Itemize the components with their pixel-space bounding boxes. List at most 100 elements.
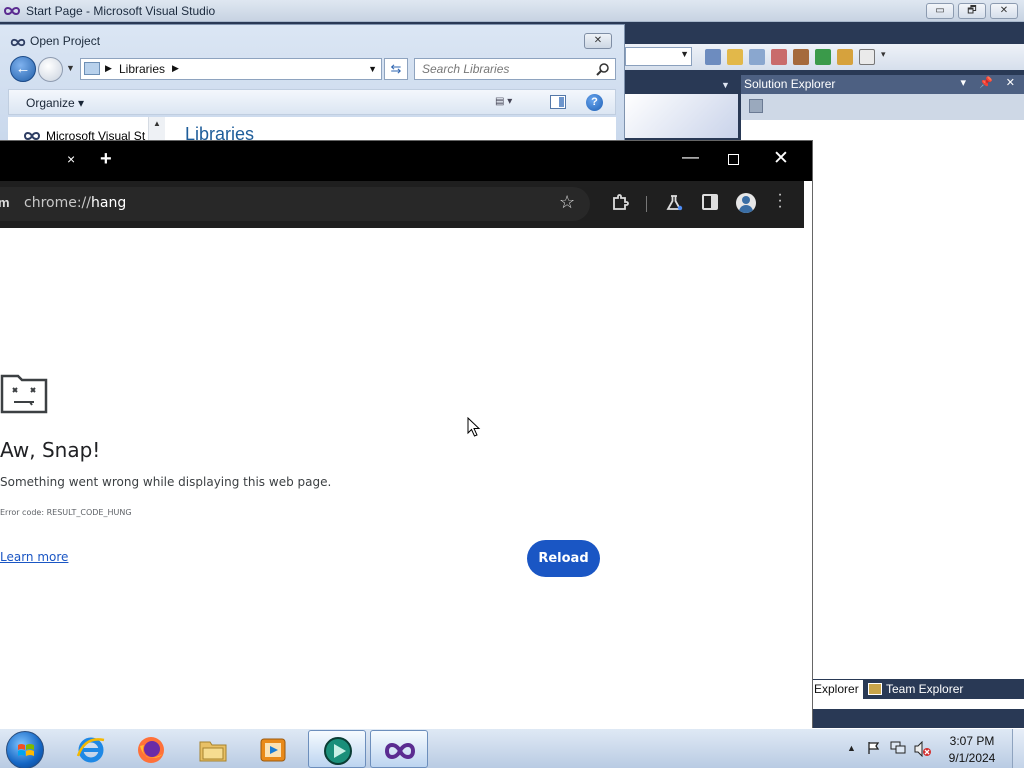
chrome-tabstrip[interactable]: × + — ✕ [0, 141, 812, 181]
taskbar-internet-explorer[interactable] [62, 730, 120, 768]
solution-icon[interactable] [749, 49, 765, 65]
show-desktop-button[interactable] [1012, 729, 1024, 768]
refresh-icon: ⇆ [390, 61, 402, 76]
open-project-dialog: Open Project ✕ ← ▼ ▶ Libraries ▶ ▼ ⇆ Sea… [0, 24, 625, 144]
folder-icon [199, 741, 227, 762]
chrome-toolbar: m chrome://hang ☆ · · · [0, 181, 804, 228]
address-breadcrumb[interactable]: Libraries [119, 62, 165, 76]
organize-menu[interactable]: Organize ▾ [26, 96, 84, 110]
learn-more-link[interactable]: Learn more [0, 550, 68, 564]
taskbar-file-explorer[interactable] [184, 730, 242, 768]
tab-team-explorer-label: Team Explorer [886, 682, 964, 696]
address-bar[interactable]: ▶ Libraries ▶ ▼ [80, 58, 382, 80]
solution-explorer-header[interactable]: Solution Explorer ▾ 📌 ✕ [741, 75, 1024, 94]
visual-studio-icon [384, 743, 416, 759]
vs-titlebar[interactable]: Start Page - Microsoft Visual Studio ▭ 🗗… [0, 0, 1024, 22]
vs-minimize-button[interactable]: ▭ [926, 3, 954, 19]
omnibox-left-text: m [0, 195, 10, 210]
tab-solution-explorer[interactable]: Explorer [810, 680, 863, 699]
chevron-down-icon: ▼ [680, 49, 689, 59]
refresh-button[interactable]: ⇆ [384, 58, 408, 80]
recent-locations-dropdown-icon[interactable]: ▼ [66, 63, 75, 73]
class-view-icon[interactable] [837, 49, 853, 65]
minimize-icon[interactable]: — [682, 147, 699, 167]
preview-pane-icon[interactable] [550, 95, 566, 109]
visual-studio-logo-icon [24, 132, 40, 140]
error-code: Error code: RESULT_CODE_HUNG [0, 508, 132, 517]
internet-explorer-icon [76, 737, 105, 763]
taskbar-visual-studio[interactable] [370, 730, 428, 768]
help-icon[interactable]: ? [586, 94, 603, 111]
windows-logo-icon [18, 744, 34, 756]
action-center-flag-icon[interactable] [867, 741, 881, 755]
url-host: hang [91, 195, 127, 211]
clock-date[interactable]: 9/1/2024 [947, 751, 997, 765]
taskbar-media-player[interactable] [244, 730, 302, 768]
properties-icon[interactable] [749, 99, 763, 113]
reload-button[interactable]: Reload [527, 540, 600, 577]
visual-studio-logo-icon [4, 7, 20, 15]
close-icon[interactable]: ✕ [773, 147, 789, 170]
clock-time[interactable]: 3:07 PM [947, 734, 997, 748]
address-bar[interactable]: m chrome://hang ☆ [0, 187, 590, 221]
search-input[interactable]: Search Libraries [414, 58, 616, 80]
show-hidden-icons[interactable]: ▲ [847, 743, 856, 753]
libraries-folder-icon [84, 62, 100, 75]
find-in-files-icon[interactable] [705, 49, 721, 65]
tab-team-explorer[interactable]: Team Explorer [864, 680, 967, 699]
taskbar-firefox[interactable] [122, 730, 180, 768]
volume-muted-icon[interactable] [914, 741, 932, 757]
bookmark-star-icon[interactable]: ☆ [559, 192, 575, 213]
side-panel-icon[interactable] [702, 194, 718, 210]
extensions-puzzle-icon[interactable] [611, 194, 629, 212]
toolbar-options-icon[interactable]: ▾ [881, 49, 891, 65]
network-icon[interactable] [890, 741, 906, 755]
maximize-icon[interactable] [728, 154, 739, 165]
media-player-icon [260, 738, 286, 762]
solution-explorer-tabs: Explorer Team Explorer [808, 679, 1024, 699]
vs-window-title: Start Page - Microsoft Visual Studio [26, 4, 216, 18]
profile-avatar-icon[interactable] [736, 193, 756, 213]
command-window-icon[interactable] [859, 49, 875, 65]
back-button[interactable]: ← [10, 56, 36, 82]
document-list-dropdown-icon[interactable]: ▼ [721, 80, 730, 90]
error-message: Something went wrong while displaying th… [0, 475, 332, 489]
open-folder-icon[interactable] [727, 49, 743, 65]
start-button[interactable] [6, 731, 44, 768]
dialog-body: Microsoft Visual St ▲ Libraries [8, 117, 616, 144]
toolbar-divider [646, 196, 647, 212]
taskbar-green-app[interactable] [308, 730, 366, 768]
tab-close-icon[interactable]: × [67, 151, 75, 167]
vs-close-button[interactable]: ✕ [990, 3, 1018, 19]
start-page-icon[interactable] [815, 49, 831, 65]
search-placeholder: Search Libraries [422, 62, 510, 76]
forward-button[interactable] [38, 57, 63, 82]
team-explorer-icon [868, 683, 882, 695]
url-scheme: chrome:// [24, 195, 91, 211]
dialog-close-button[interactable]: ✕ [584, 33, 612, 49]
sad-tab-icon [0, 374, 48, 414]
chevron-right-icon[interactable]: ▶ [172, 63, 179, 74]
labs-flask-icon[interactable] [665, 194, 683, 212]
chrome-window: × + — ✕ m chrome://hang ☆ · · · Aw, Snap… [0, 141, 812, 728]
toolbox-icon[interactable] [793, 49, 809, 65]
error-heading: Aw, Snap! [0, 438, 101, 462]
change-view-icon[interactable]: ▤ ▾ [495, 96, 527, 110]
start-page-document [625, 94, 738, 138]
solution-explorer-toolbar [741, 94, 1024, 120]
new-tab-button[interactable]: + [100, 148, 112, 171]
more-menu-icon[interactable]: · · · [777, 187, 783, 215]
vs-solution-config-dropdown[interactable]: ▼ [625, 47, 692, 66]
url-text[interactable]: chrome://hang [24, 195, 126, 211]
scroll-up-icon[interactable]: ▲ [153, 119, 161, 128]
chevron-right-icon[interactable]: ▶ [105, 63, 112, 74]
nav-scrollbar[interactable]: ▲ [148, 117, 165, 143]
panel-header-buttons[interactable]: ▾ 📌 ✕ [960, 76, 1020, 89]
green-play-app-icon [324, 737, 352, 765]
firefox-icon [138, 737, 164, 763]
properties-icon[interactable] [771, 49, 787, 65]
address-dropdown-icon[interactable]: ▼ [368, 64, 377, 74]
vs-restore-button[interactable]: 🗗 [958, 3, 986, 19]
search-icon [596, 63, 609, 76]
arrow-left-icon: ← [15, 60, 31, 77]
